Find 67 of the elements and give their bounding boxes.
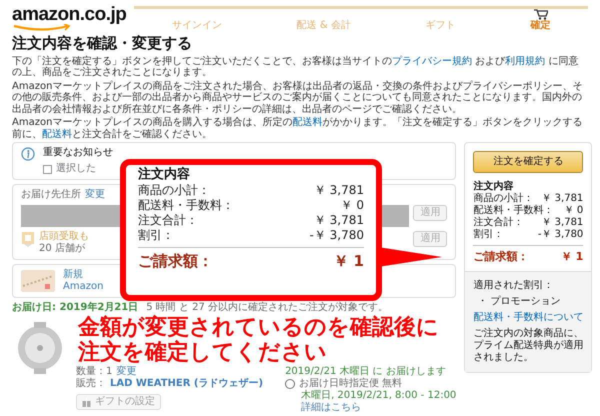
seller-label: 販売：: [76, 378, 106, 390]
text-link[interactable]: 配送料: [42, 128, 72, 140]
callout-heading: 注文内容: [138, 167, 191, 183]
delivery-date: お届け日: 2019年2月21日: [12, 302, 138, 314]
callout-label: 割引：: [138, 228, 174, 243]
total-label: ご請求額：: [138, 252, 213, 270]
shipping-fee-link[interactable]: 配送料・手数料について: [473, 312, 584, 324]
summary-label: 商品の小計：: [473, 193, 534, 204]
callout-value: ￥ 3,781: [314, 182, 364, 198]
shipping-detail: 木曜日, 2019/2/21, 8:00 - 12:00: [300, 390, 456, 402]
summary-value: ￥ 3,781: [541, 193, 584, 204]
radio-button[interactable]: [285, 379, 296, 390]
progress-step: サインイン: [172, 20, 222, 32]
text-link[interactable]: 配送料: [292, 117, 322, 128]
pickup-note: 20 店舗が: [39, 243, 85, 256]
summary-label: 注文合計：: [473, 217, 524, 228]
summary-label: 割引：: [473, 229, 504, 242]
change-link[interactable]: 変更: [116, 366, 136, 378]
address-label: お届け先住所: [21, 189, 81, 202]
summary-heading: 注文内容: [473, 181, 514, 192]
total-value: ￥ 1: [333, 252, 364, 270]
annotation-text: 金額が変更されているのを確認後に: [78, 315, 439, 340]
change-link[interactable]: 変更: [85, 189, 105, 202]
gift-button[interactable]: ギフトの設定: [76, 394, 161, 410]
annotation-text: 注文を確定してください: [78, 340, 328, 366]
paragraph: Amazonマーケットプレイスの商品を購入する場合は、所定の配送料がかかります。「注文を確定する」ボタンをクリックする前に、配送料と注文合計をご確認ください。: [12, 117, 584, 140]
locker-icon: [21, 231, 35, 248]
delivery-note: 5 時間 と 27 分以内に確定されたご注文が対象です。: [146, 302, 388, 314]
page-title: 注文内容を確認・変更する: [12, 34, 193, 52]
logo[interactable]: amazon.co.jp: [12, 4, 126, 32]
discount-item: ・ プロモーション: [476, 296, 562, 308]
progress-step: ギフト: [426, 20, 456, 32]
gift-icon: [82, 398, 91, 407]
payment-title[interactable]: 新規: [63, 269, 104, 282]
summary-value: -￥ 3,780: [538, 229, 584, 242]
quantity-text: 数量：1: [76, 366, 112, 378]
prime-note: ご注文内の対象商品に、プライム配送特典が適用されました。: [473, 328, 584, 364]
callout-label: 注文合計：: [138, 212, 198, 228]
callout-value: ￥ 3,781: [314, 212, 364, 228]
text-link[interactable]: 利用規約: [505, 56, 546, 67]
seller-link[interactable]: LAD WEATHER (ラドウェザー): [110, 378, 264, 390]
text-link[interactable]: プライバシー規約: [392, 56, 472, 67]
checkbox[interactable]: [43, 164, 52, 174]
notice-title: 重要なお知らせ: [43, 147, 113, 160]
summary-value: ￥ 0: [564, 205, 584, 218]
callout-label: 商品の小計：: [138, 182, 210, 198]
summary-value: ￥ 3,781: [541, 217, 584, 230]
place-order-button[interactable]: 注文を確定する: [473, 151, 584, 174]
callout-value: -￥ 3,780: [310, 228, 364, 243]
summary-label: 配送料・手数料：: [473, 205, 554, 216]
progress-step: 配送 & 会計: [296, 20, 351, 32]
paragraph: Amazonマーケットプレイスの商品をご注文された場合、お客様は出品者の返品・交換の条件およびプライバシーポリシー、その他の販売条件、および一部の出品者から商品やサービスのご案内が届くことについても同意されたことになります。国内外の出品者の会社情報および所在並びに各条件・ポリシーの詳細は、出品者のページでご確認ください。: [12, 80, 584, 116]
discount-label: 適用された割引：: [473, 280, 554, 292]
cart-icon: [534, 8, 548, 20]
total-label: ご請求額：: [473, 250, 528, 264]
checkbox-label: 選択した: [56, 163, 96, 176]
arrival-text: 2019/2/21 木曜日 に お届けします: [285, 366, 447, 378]
details-link[interactable]: 詳細はこちら: [285, 402, 456, 414]
progress-step: 確定: [530, 20, 551, 32]
payment-subtitle: Amazon: [63, 281, 104, 294]
pickup-link[interactable]: 店頭受取も: [39, 231, 89, 244]
callout-label: 配送料・手数料：: [138, 198, 234, 213]
shipping-option-label: お届け日時指定便 無料: [299, 378, 402, 390]
total-value: ￥ 1: [560, 250, 584, 264]
paragraph: 下の「注文を確定する」ボタンを押してご注文いただくことで、お客様は当サイトのプライバシー規約 および利用規約 に同意の上、商品をご注文されたことになります。: [12, 56, 580, 79]
info-icon: [21, 147, 35, 162]
callout-value: ￥ 0: [340, 198, 364, 213]
